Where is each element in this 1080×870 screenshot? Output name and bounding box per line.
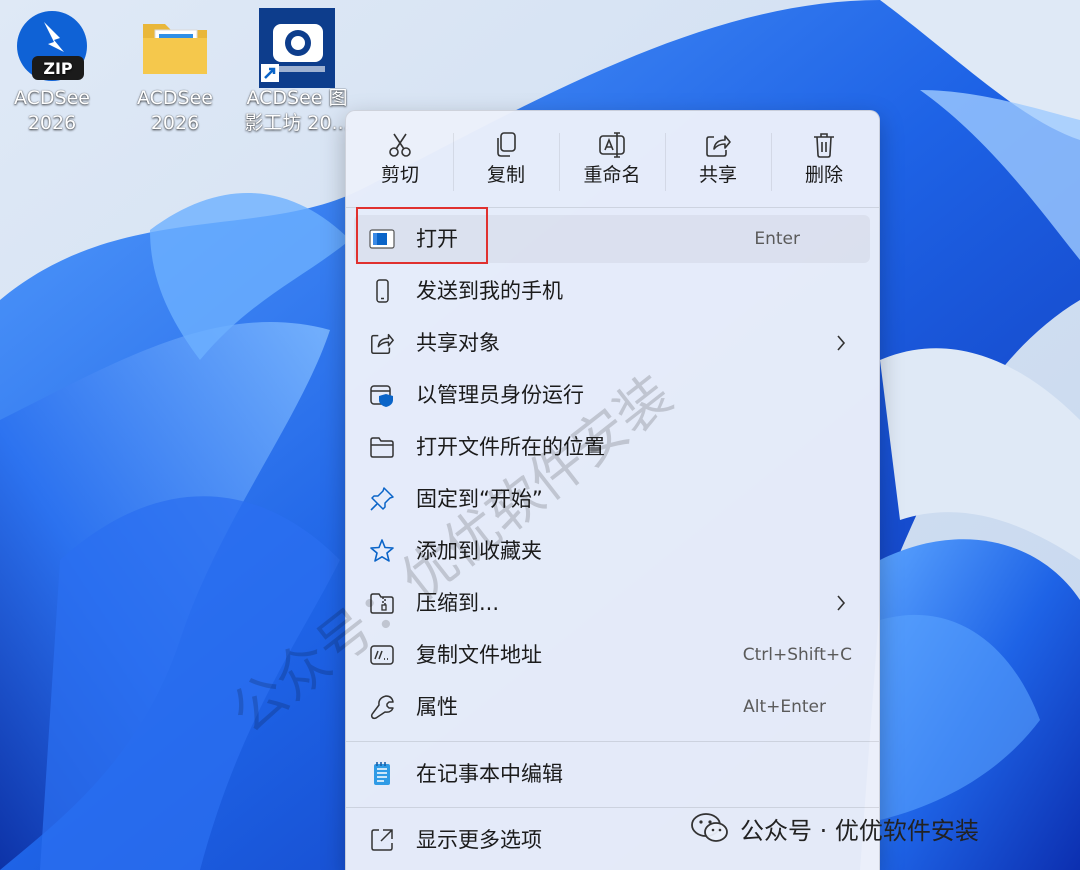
desktop-icon-label: 影工坊 20... (244, 112, 350, 134)
share-icon (369, 330, 395, 356)
menu-item-open-file-location[interactable]: 打开文件所在的位置 (354, 423, 870, 471)
delete-button[interactable]: 删除 (772, 125, 876, 197)
trash-icon (814, 133, 834, 158)
menu-item-label: 以管理员身份运行 (416, 383, 584, 407)
app-window-icon (369, 226, 395, 252)
menu-item-pin-to-start[interactable]: 固定到“开始” (354, 475, 870, 523)
menu-item-open[interactable]: 打开 Enter (354, 215, 870, 263)
menu-item-shortcut: Alt+Enter (743, 697, 826, 717)
desktop-icon-acdsee-photo-studio[interactable]: ACDSee 图 影工坊 20... (241, 8, 353, 136)
menu-item-label: 添加到收藏夹 (416, 539, 542, 563)
cut-label: 剪切 (380, 164, 419, 186)
zip-badge-text: ZIP (43, 59, 73, 78)
menu-item-properties[interactable]: 属性 Alt+Enter (354, 683, 870, 731)
share-label: 共享 (698, 164, 737, 186)
copy-button[interactable]: 复制 (454, 125, 558, 197)
desktop-icon-label: ACDSee (14, 87, 90, 109)
notepad-icon (369, 761, 395, 787)
desktop: ZIP ACDSee 2026 ACDSee 2026 ACDSee 图 影工坊… (0, 0, 1080, 870)
menu-item-label: 显示更多选项 (416, 828, 542, 852)
menu-item-shortcut: Ctrl+Shift+C (742, 645, 852, 665)
cut-button[interactable]: 剪切 (348, 125, 452, 197)
share-button[interactable]: 共享 (666, 125, 770, 197)
menu-item-shortcut: Enter (754, 229, 800, 249)
chevron-right-icon (837, 335, 846, 351)
pin-icon (369, 486, 395, 512)
acdsee-zip-icon: ZIP (14, 8, 90, 84)
folder-icon (369, 434, 395, 460)
menu-item-label: 固定到“开始” (416, 487, 543, 511)
wechat-icon (691, 813, 728, 842)
menu-item-label: 在记事本中编辑 (416, 762, 563, 786)
zip-folder-icon (369, 590, 395, 616)
menu-item-label: 属性 (416, 695, 458, 719)
delete-label: 删除 (804, 164, 843, 186)
context-menu: 剪切 复制 重命名 共享 删除 打开 Enter 发送到我的手机 共享对象 以管… (345, 110, 880, 870)
share-icon (706, 135, 731, 157)
chevron-right-icon (837, 595, 846, 611)
rename-label: 重命名 (583, 164, 641, 186)
bottom-watermark: 公众号 · 优优软件安装 (690, 808, 979, 848)
menu-item-label: 复制文件地址 (416, 643, 542, 667)
context-menu-toolbar: 剪切 复制 重命名 共享 删除 (346, 111, 879, 207)
menu-item-copy-as-path[interactable]: 复制文件地址 Ctrl+Shift+C (354, 631, 870, 679)
shield-icon (369, 382, 395, 408)
menu-item-compress-to[interactable]: 压缩到... (354, 579, 870, 627)
desktop-icon-label: ACDSee (137, 87, 213, 109)
menu-item-run-as-admin[interactable]: 以管理员身份运行 (354, 371, 870, 419)
menu-item-label: 打开文件所在的位置 (416, 435, 605, 459)
desktop-icon-acdsee-zip[interactable]: ZIP ACDSee 2026 (0, 8, 108, 136)
wrench-icon (369, 694, 395, 720)
desktop-icon-label: ACDSee 图 (246, 87, 348, 109)
acdsee-camera-icon (259, 8, 337, 88)
desktop-icon-label: 2026 (150, 112, 200, 134)
menu-divider (346, 207, 879, 208)
menu-divider (346, 741, 879, 742)
copy-icon (497, 132, 516, 157)
rename-button[interactable]: 重命名 (560, 125, 664, 197)
menu-item-label: 共享对象 (416, 331, 500, 355)
copy-label: 复制 (486, 164, 525, 186)
menu-item-label: 打开 (416, 227, 458, 251)
desktop-icon-acdsee-folder[interactable]: ACDSee 2026 (119, 8, 231, 136)
folder-icon (137, 8, 213, 84)
menu-item-share-with[interactable]: 共享对象 (354, 319, 870, 367)
expand-icon (369, 827, 395, 853)
desktop-icon-label: 2026 (27, 112, 77, 134)
star-icon (369, 538, 395, 564)
menu-item-edit-in-notepad[interactable]: 在记事本中编辑 (354, 750, 870, 798)
bottom-watermark-text: 公众号 · 优优软件安装 (740, 816, 979, 845)
menu-item-label: 压缩到... (416, 591, 500, 615)
path-icon (369, 642, 395, 668)
menu-item-send-to-phone[interactable]: 发送到我的手机 (354, 267, 870, 315)
menu-item-label: 发送到我的手机 (416, 279, 563, 303)
rename-icon (599, 132, 625, 158)
phone-icon (369, 278, 395, 304)
scissors-icon (389, 133, 411, 157)
menu-item-add-to-favorites[interactable]: 添加到收藏夹 (354, 527, 870, 575)
